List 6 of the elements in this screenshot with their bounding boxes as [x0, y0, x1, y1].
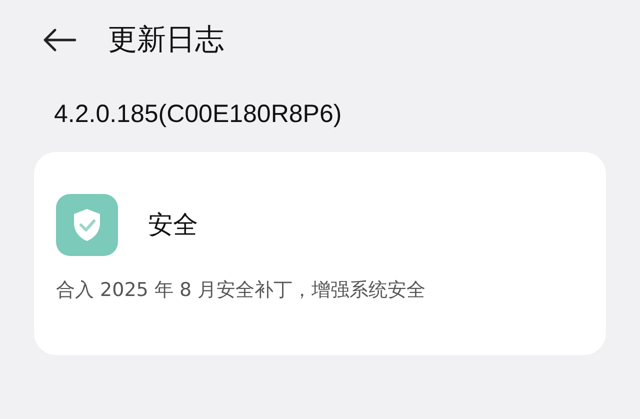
version-number: 4.2.0.185(C00E180R8P6) — [54, 100, 342, 128]
category-title: 安全 — [148, 209, 198, 242]
page-title: 更新日志 — [108, 21, 224, 58]
shield-check-icon — [56, 194, 118, 256]
update-description: 合入 2025 年 8 月安全补丁，增强系统安全 — [56, 279, 426, 301]
back-icon[interactable] — [42, 28, 76, 52]
